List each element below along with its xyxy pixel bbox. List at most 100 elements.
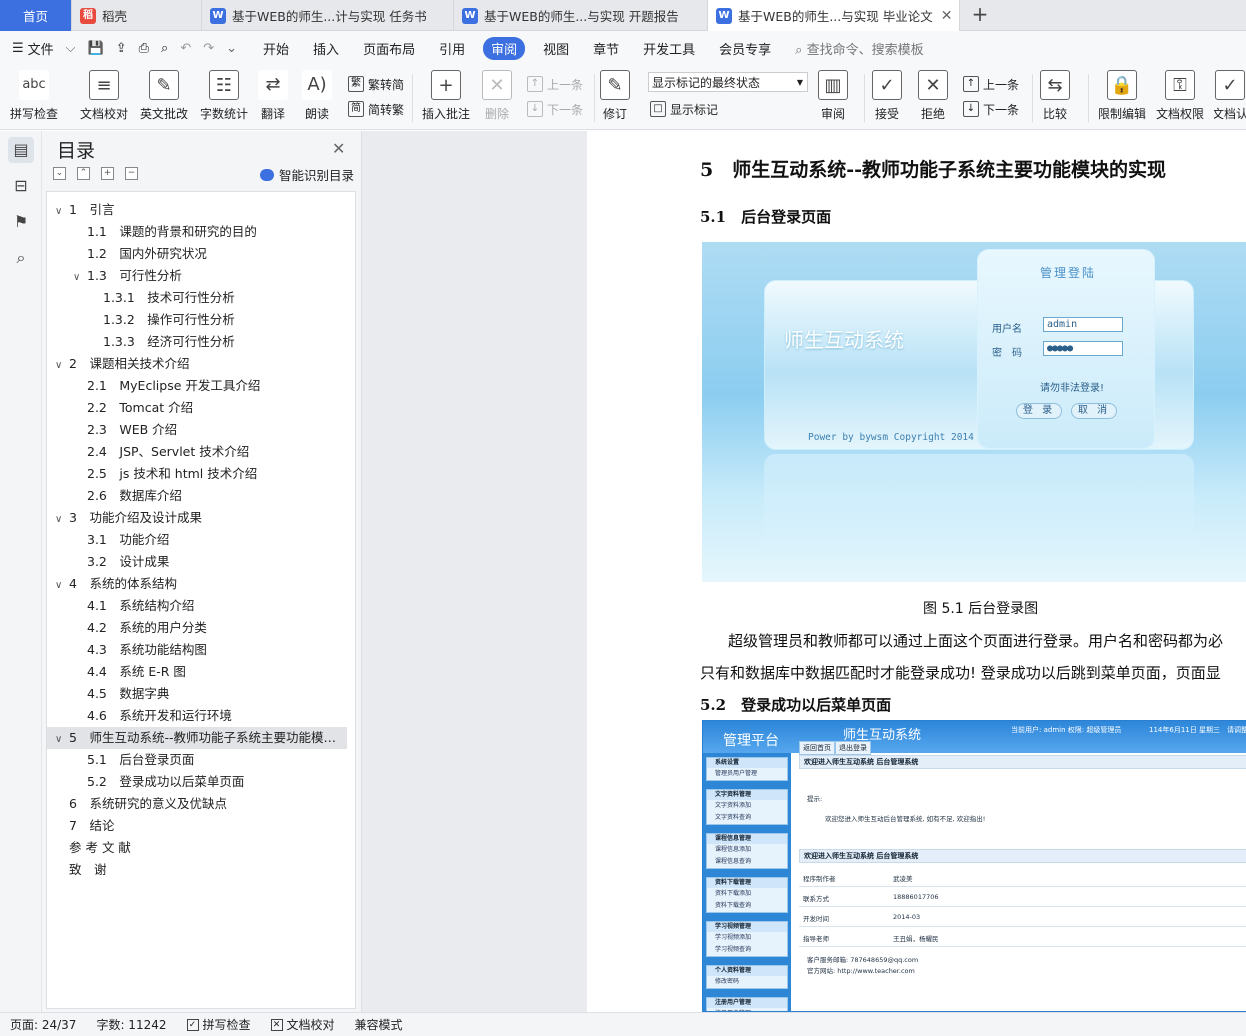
- redo-icon[interactable]: ↷: [197, 41, 220, 56]
- toc-item[interactable]: 3.1 功能介绍: [47, 529, 347, 551]
- document-page[interactable]: 5 师生互动系统--教师功能子系统主要功能模块的实现 5.1 后台登录页面 师生…: [587, 131, 1246, 1012]
- eng-review-button[interactable]: ✎ 英文批改: [140, 70, 188, 126]
- toc-item[interactable]: 4.5 数据字典: [47, 683, 347, 705]
- word-count[interactable]: 字数: 11242: [96, 1016, 166, 1033]
- chevron-down-icon[interactable]: ∨: [55, 509, 69, 529]
- toc-item[interactable]: 3.2 设计成果: [47, 551, 347, 573]
- toc-item[interactable]: 4.1 系统结构介绍: [47, 595, 347, 617]
- page-indicator[interactable]: 页面: 24/37: [10, 1016, 76, 1033]
- menu-chapter[interactable]: 章节: [581, 39, 631, 58]
- toc-item[interactable]: ∨ 2 课题相关技术介绍: [47, 353, 347, 375]
- accept-button[interactable]: ✓ 接受: [872, 70, 902, 126]
- chevron-down-icon[interactable]: ∨: [55, 201, 69, 221]
- toc-item[interactable]: 1.2 国内外研究状况: [47, 243, 347, 265]
- toc-item[interactable]: 4.6 系统开发和运行环境: [47, 705, 347, 727]
- toc-item[interactable]: 2.3 WEB 介绍: [47, 419, 347, 441]
- prev-change-button[interactable]: ↑ 上一条: [963, 74, 1019, 94]
- print-preview-icon[interactable]: ⌕: [155, 41, 174, 56]
- toc-item[interactable]: 6 系统研究的意义及优缺点: [47, 793, 347, 815]
- toc-pane-icon[interactable]: ▤: [8, 137, 34, 163]
- hamburger-menu-icon[interactable]: ☰: [0, 41, 28, 56]
- restrict-edit-button[interactable]: 🔒 限制编辑: [1098, 70, 1146, 126]
- proof-status[interactable]: ✕ 文档校对: [270, 1016, 335, 1033]
- menu-view[interactable]: 视图: [531, 39, 581, 58]
- toc-item[interactable]: 5.1 后台登录页面: [47, 749, 347, 771]
- remove-heading-icon[interactable]: −: [125, 167, 138, 180]
- delete-comment-button[interactable]: ✕ 删除: [482, 70, 512, 126]
- toc-item[interactable]: 1.3.2 操作可行性分析: [47, 309, 347, 331]
- toc-item[interactable]: 1.3.1 技术可行性分析: [47, 287, 347, 309]
- insert-comment-button[interactable]: + 插入批注: [422, 70, 470, 126]
- tab-task-doc[interactable]: W 基于WEB的师生...计与实现 任务书: [202, 0, 454, 31]
- menu-file[interactable]: 文件: [28, 39, 66, 58]
- tab-proposal-doc[interactable]: W 基于WEB的师生...与实现 开题报告: [454, 0, 708, 31]
- toc-item[interactable]: 2.4 JSP、Servlet 技术介绍: [47, 441, 347, 463]
- toc-item[interactable]: 1.1 课题的背景和研究的目的: [47, 221, 347, 243]
- menu-insert[interactable]: 插入: [301, 39, 351, 58]
- expand-up-icon[interactable]: ⌃: [77, 167, 90, 180]
- toc-item[interactable]: ∨ 3 功能介绍及设计成果: [47, 507, 347, 529]
- export-icon[interactable]: ⇪: [110, 41, 133, 56]
- chevron-down-icon[interactable]: ∨: [55, 355, 69, 375]
- chapter-icon[interactable]: ⊟: [8, 173, 34, 199]
- close-icon[interactable]: ✕: [933, 8, 953, 24]
- toc-item[interactable]: 7 结论: [47, 815, 347, 837]
- toc-item[interactable]: ∨ 4 系统的体系结构: [47, 573, 347, 595]
- tab-home[interactable]: 首页: [0, 0, 72, 31]
- reject-button[interactable]: ✕ 拒绝: [918, 70, 948, 126]
- menu-start[interactable]: 开始: [251, 39, 301, 58]
- next-change-button[interactable]: ↓ 下一条: [963, 99, 1019, 119]
- close-icon[interactable]: ✕: [332, 139, 345, 158]
- toc-item[interactable]: 2.2 Tomcat 介绍: [47, 397, 347, 419]
- doc-permission-button[interactable]: ⚿ 文档权限: [1156, 70, 1204, 126]
- chevron-down-icon[interactable]: ∨: [73, 267, 87, 287]
- save-icon[interactable]: 💾: [82, 41, 110, 56]
- search-command[interactable]: ⌕ 查找命令、搜索模板: [783, 39, 935, 58]
- collapse-all-icon[interactable]: ⌄: [53, 167, 66, 180]
- toc-item[interactable]: 4.2 系统的用户分类: [47, 617, 347, 639]
- toc-item[interactable]: 1.3.3 经济可行性分析: [47, 331, 347, 353]
- new-tab-icon[interactable]: +: [968, 3, 992, 27]
- menu-layout[interactable]: 页面布局: [351, 39, 427, 58]
- print-icon[interactable]: ⎙: [133, 41, 155, 56]
- toc-item[interactable]: 参 考 文 献: [47, 837, 347, 859]
- toc-item[interactable]: 2.1 MyEclipse 开发工具介绍: [47, 375, 347, 397]
- toc-item[interactable]: ∨ 1 引言: [47, 199, 347, 221]
- markup-select[interactable]: 显示标记的最终状态 ▼: [648, 72, 808, 92]
- doc-proof-button[interactable]: ≡ 文档校对: [80, 70, 128, 126]
- toc-item[interactable]: 致 谢: [47, 859, 347, 881]
- chevron-down-icon[interactable]: ∨: [55, 575, 69, 595]
- smart-toc-button[interactable]: 智能识别目录: [260, 165, 354, 184]
- toc-item[interactable]: ∨ 5 师生互动系统--教师功能子系统主要功能模块的实现: [47, 727, 347, 749]
- menu-reference[interactable]: 引用: [427, 39, 477, 58]
- chevron-down-icon[interactable]: ∨: [55, 729, 69, 749]
- toc-item[interactable]: 2.6 数据库介绍: [47, 485, 347, 507]
- tab-docer[interactable]: 稻 稻壳: [72, 0, 202, 31]
- tab-thesis-doc[interactable]: W 基于WEB的师生...与实现 毕业论文 ✕: [708, 0, 960, 31]
- next-comment-button[interactable]: ↓ 下一条: [527, 99, 583, 119]
- read-aloud-button[interactable]: A) 朗读: [302, 70, 332, 126]
- compare-button[interactable]: ⇆ 比较: [1040, 70, 1070, 126]
- add-heading-icon[interactable]: +: [101, 167, 114, 180]
- search-icon[interactable]: ⌕: [8, 245, 34, 271]
- toc-item[interactable]: 4.4 系统 E-R 图: [47, 661, 347, 683]
- show-markup-button[interactable]: □ 显示标记: [650, 99, 718, 119]
- undo-icon[interactable]: ↶: [174, 41, 197, 56]
- word-count-button[interactable]: ☷ 字数统计: [200, 70, 248, 126]
- spell-check-status[interactable]: ✓ 拼写检查: [186, 1016, 251, 1033]
- toc-item[interactable]: 5.2 登录成功以后菜单页面: [47, 771, 347, 793]
- translate-button[interactable]: ⇄ 翻译: [258, 70, 288, 126]
- prev-comment-button[interactable]: ↑ 上一条: [527, 74, 583, 94]
- trad-to-simp-button[interactable]: 繁繁转简: [348, 74, 404, 94]
- chevron-down-icon[interactable]: ⌵: [66, 41, 82, 56]
- toc-item[interactable]: ∨ 1.3 可行性分析: [47, 265, 347, 287]
- review-button[interactable]: ▥ 审阅: [818, 70, 848, 126]
- menu-review[interactable]: 审阅: [483, 37, 526, 60]
- toc-item[interactable]: 2.5 js 技术和 html 技术介绍: [47, 463, 347, 485]
- track-changes-button[interactable]: ✎ 修订: [600, 70, 630, 126]
- menu-dev-tools[interactable]: 开发工具: [631, 39, 707, 58]
- doc-cert-button[interactable]: ✓ 文档认: [1214, 70, 1246, 126]
- more-icon[interactable]: ⌄: [220, 41, 251, 56]
- bookmark-icon[interactable]: ⚑: [8, 209, 34, 235]
- toc-item[interactable]: 4.3 系统功能结构图: [47, 639, 347, 661]
